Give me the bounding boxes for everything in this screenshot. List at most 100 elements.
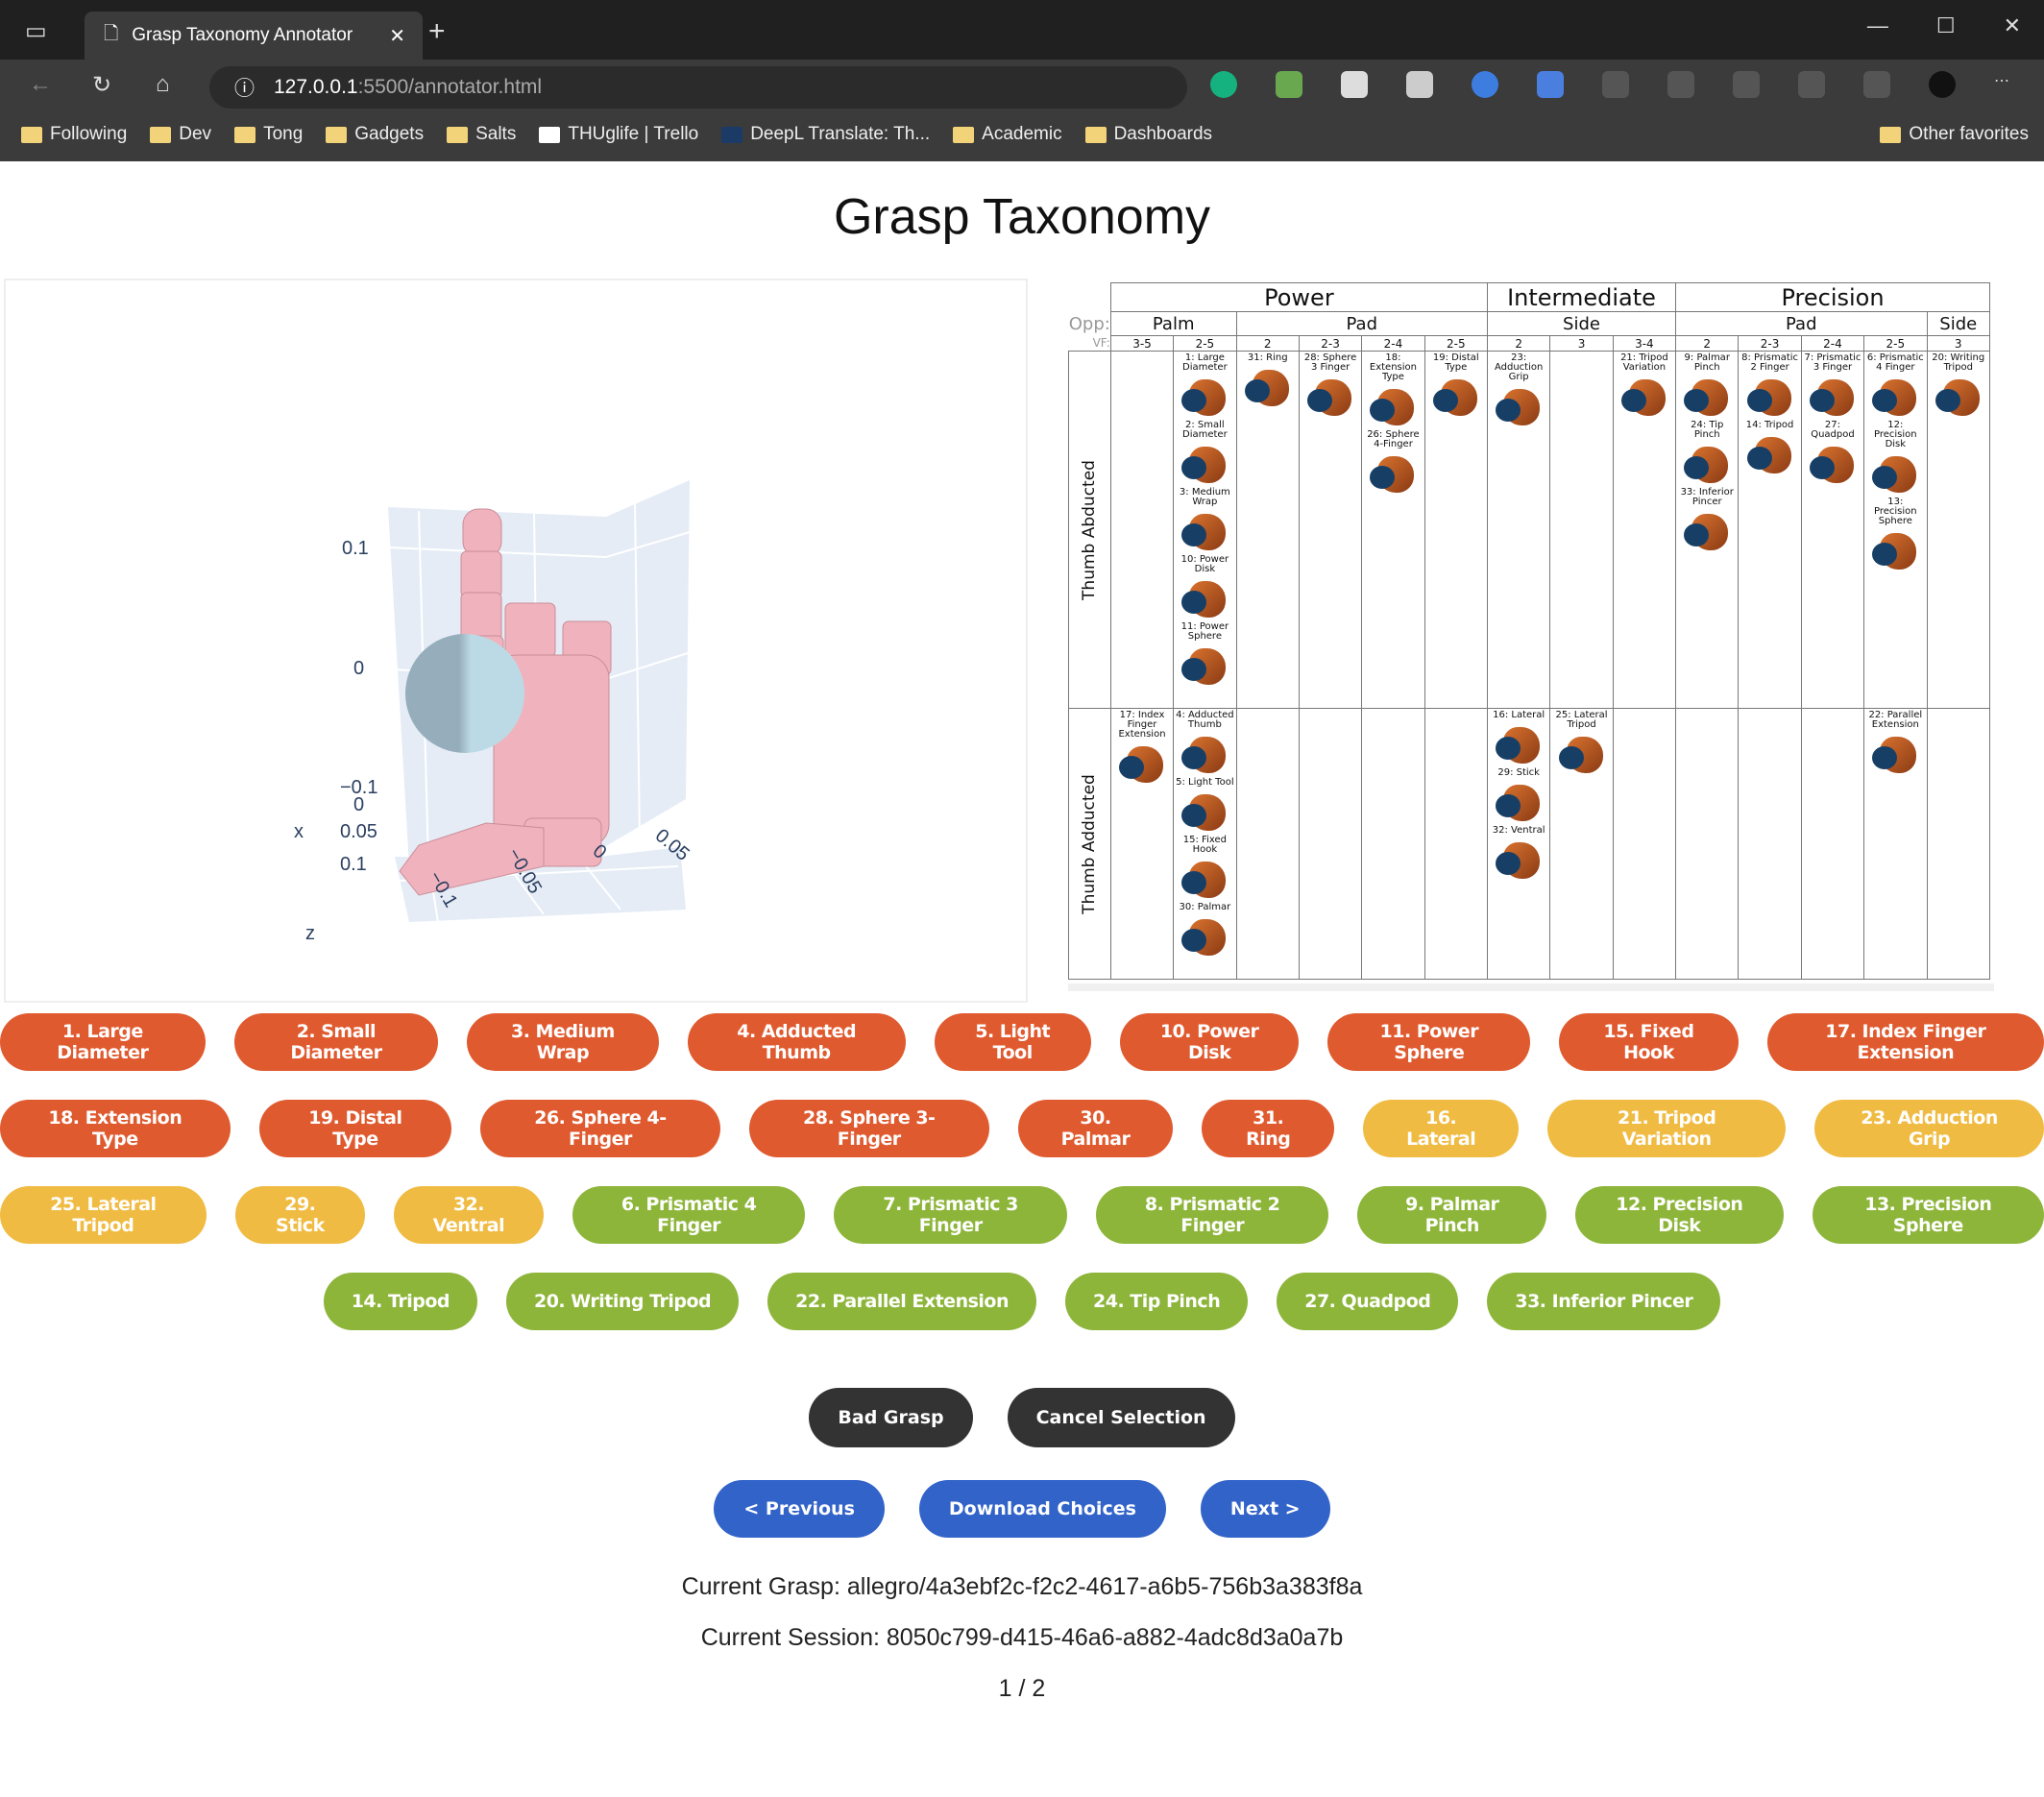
grasp-button[interactable]: 32. Ventral: [394, 1186, 544, 1244]
grasp-button[interactable]: 33. Inferior Pincer: [1487, 1273, 1721, 1330]
bookmark-item[interactable]: Dashboards: [1084, 124, 1212, 145]
document-icon[interactable]: [1406, 71, 1433, 98]
hand-grasp-image: [1682, 374, 1732, 418]
bitwarden-icon[interactable]: [1472, 71, 1498, 98]
cancel-selection-button[interactable]: Cancel Selection: [1007, 1388, 1235, 1447]
grasp-button[interactable]: 19. Distal Type: [258, 1100, 452, 1157]
collections-icon[interactable]: [1863, 71, 1890, 98]
close-window-icon[interactable]: ✕: [2004, 13, 2021, 38]
address-bar[interactable]: ⓘ 127.0.0.1:5500/annotator.html: [209, 66, 1187, 109]
more-menu-icon[interactable]: ⋯: [1994, 71, 2021, 98]
notion-icon[interactable]: [1341, 71, 1368, 98]
page-icon: 🗋: [104, 24, 119, 44]
grasp-button[interactable]: 23. Adduction Grip: [1814, 1100, 2044, 1157]
grasp-button[interactable]: 28. Sphere 3-Finger: [748, 1100, 989, 1157]
bookmark-label: Following: [50, 124, 128, 144]
grasp-button[interactable]: 1. Large Diameter: [0, 1013, 206, 1071]
button-row: 18. Extension Type 19. Distal Type 26. Sph…: [0, 1100, 2044, 1157]
grasp-button[interactable]: 26. Sphere 4-Finger: [480, 1100, 720, 1157]
bookmark-item[interactable]: DeepL Translate: Th...: [721, 124, 930, 145]
favorites-icon[interactable]: [1798, 71, 1825, 98]
bookmark-item[interactable]: Following: [21, 124, 127, 145]
bookmark-item[interactable]: Dev: [150, 124, 211, 145]
grasp-button[interactable]: 8. Prismatic 2 Finger: [1095, 1186, 1329, 1244]
bookmark-item[interactable]: THUglife | Trello: [539, 124, 698, 145]
extension-icon[interactable]: [1537, 71, 1564, 98]
back-icon[interactable]: ←: [29, 71, 52, 98]
extension-icon[interactable]: [1602, 71, 1629, 98]
grasp-button[interactable]: 20. Writing Tripod: [505, 1273, 740, 1330]
refresh-icon[interactable]: ↻: [92, 71, 111, 99]
grasp-button[interactable]: 6. Prismatic 4 Finger: [572, 1186, 806, 1244]
extension-icons: ⋯: [1210, 71, 2021, 98]
taxonomy-cell: [1738, 708, 1802, 980]
next-button[interactable]: Next >: [1200, 1480, 1330, 1538]
grasp-label: 30: Palmar: [1179, 902, 1231, 912]
grasp-button[interactable]: 2. Small Diameter: [233, 1013, 439, 1071]
page-counter: 1 / 2: [998, 1675, 1046, 1702]
taxonomy-cell: 17: Index Finger Extension: [1109, 708, 1175, 980]
bad-grasp-button[interactable]: Bad Grasp: [809, 1388, 973, 1447]
info-icon[interactable]: ⓘ: [234, 73, 255, 102]
folder-icon: [21, 126, 42, 143]
grasp-label: 22: Parallel Extension: [1868, 710, 1923, 730]
new-tab-icon[interactable]: +: [428, 15, 446, 48]
grasp-button[interactable]: 24. Tip Pinch: [1065, 1273, 1249, 1330]
bookmark-label: Dev: [179, 124, 212, 144]
grasp-button[interactable]: 11. Power Sphere: [1327, 1013, 1531, 1071]
row-label: Thumb Adducted: [1068, 708, 1111, 980]
grasp-button[interactable]: 12. Precision Disk: [1575, 1186, 1784, 1244]
grasp-button[interactable]: 31. Ring: [1202, 1100, 1335, 1157]
grasp-button[interactable]: 16. Lateral: [1363, 1100, 1520, 1157]
home-icon[interactable]: ⌂: [156, 71, 170, 98]
close-tab-icon[interactable]: ✕: [389, 24, 405, 48]
grasp-button[interactable]: 18. Extension Type: [0, 1100, 231, 1157]
tab-actions-icon[interactable]: ▭: [25, 17, 47, 45]
grasp-button[interactable]: 9. Palmar Pinch: [1357, 1186, 1547, 1244]
hand-grasp-image: [1368, 450, 1418, 495]
grasp-button[interactable]: 10. Power Disk: [1119, 1013, 1300, 1071]
3d-plot[interactable]: z 0.1 0 −0.1 x 0 0.05 0.1 −0.1 −0.05 0 0…: [4, 279, 1028, 1003]
grasp-button[interactable]: 4. Adducted Thumb: [687, 1013, 906, 1071]
grasp-button[interactable]: 13. Precision Sphere: [1812, 1186, 2044, 1244]
taxonomy-header: 2-3: [1298, 335, 1363, 352]
3d-scene[interactable]: z 0.1 0 −0.1 x 0 0.05 0.1 −0.1 −0.05 0 0…: [6, 280, 1030, 1005]
taxonomy-header: Intermediate: [1486, 282, 1677, 312]
grasp-button[interactable]: 15. Fixed Hook: [1559, 1013, 1739, 1071]
grasp-button[interactable]: 21. Tripod Variation: [1547, 1100, 1787, 1157]
hand-grasp-image: [1180, 441, 1229, 485]
taxonomy-cell: 16: Lateral 29: Stick 32: Ventral: [1486, 708, 1551, 980]
grasp-button[interactable]: 7. Prismatic 3 Finger: [834, 1186, 1067, 1244]
grasp-button[interactable]: 22. Parallel Extension: [767, 1273, 1036, 1330]
taxonomy-header: 2-5: [1424, 335, 1488, 352]
extension-icon[interactable]: [1667, 71, 1694, 98]
other-favorites[interactable]: Other favorites: [1880, 119, 2029, 150]
maximize-icon[interactable]: ☐: [1936, 13, 1956, 38]
taxonomy-header: 3: [1926, 335, 1990, 352]
download-choices-button[interactable]: Download Choices: [918, 1480, 1166, 1538]
grasp-button[interactable]: 30. Palmar: [1017, 1100, 1174, 1157]
grasp-button[interactable]: 27. Quadpod: [1277, 1273, 1459, 1330]
bookmark-item[interactable]: Salts: [447, 124, 516, 145]
grasp-button[interactable]: 29. Stick: [234, 1186, 365, 1244]
grasp-label: 18: Extension Type: [1369, 352, 1417, 382]
z-tick: 0.1: [342, 538, 369, 559]
browser-tab[interactable]: 🗋 Grasp Taxonomy Annotator ✕: [85, 12, 423, 60]
bookmark-item[interactable]: Tong: [234, 124, 303, 145]
previous-button[interactable]: < Previous: [714, 1480, 885, 1538]
profile-avatar[interactable]: [1929, 71, 1956, 98]
grasp-button[interactable]: 5. Light Tool: [934, 1013, 1091, 1071]
grasp-button[interactable]: 3. Medium Wrap: [467, 1013, 659, 1071]
grasp-button[interactable]: 14. Tripod: [323, 1273, 477, 1330]
bookmark-item[interactable]: Academic: [953, 124, 1062, 145]
grasp-button[interactable]: 25. Lateral Tripod: [0, 1186, 207, 1244]
extension-icon[interactable]: [1276, 71, 1302, 98]
bookmark-item[interactable]: Gadgets: [326, 124, 424, 145]
minimize-icon[interactable]: —: [1867, 13, 1888, 38]
grammarly-icon[interactable]: [1210, 71, 1237, 98]
hand-grasp-image: [1494, 721, 1544, 765]
hand-grasp-image: [1934, 374, 1983, 418]
extensions-icon[interactable]: [1733, 71, 1760, 98]
bookmarks-bar: Following Dev Tong Gadgets Salts THUglife | T…: [0, 119, 2044, 150]
grasp-button[interactable]: 17. Index Finger Extension: [1766, 1013, 2044, 1071]
